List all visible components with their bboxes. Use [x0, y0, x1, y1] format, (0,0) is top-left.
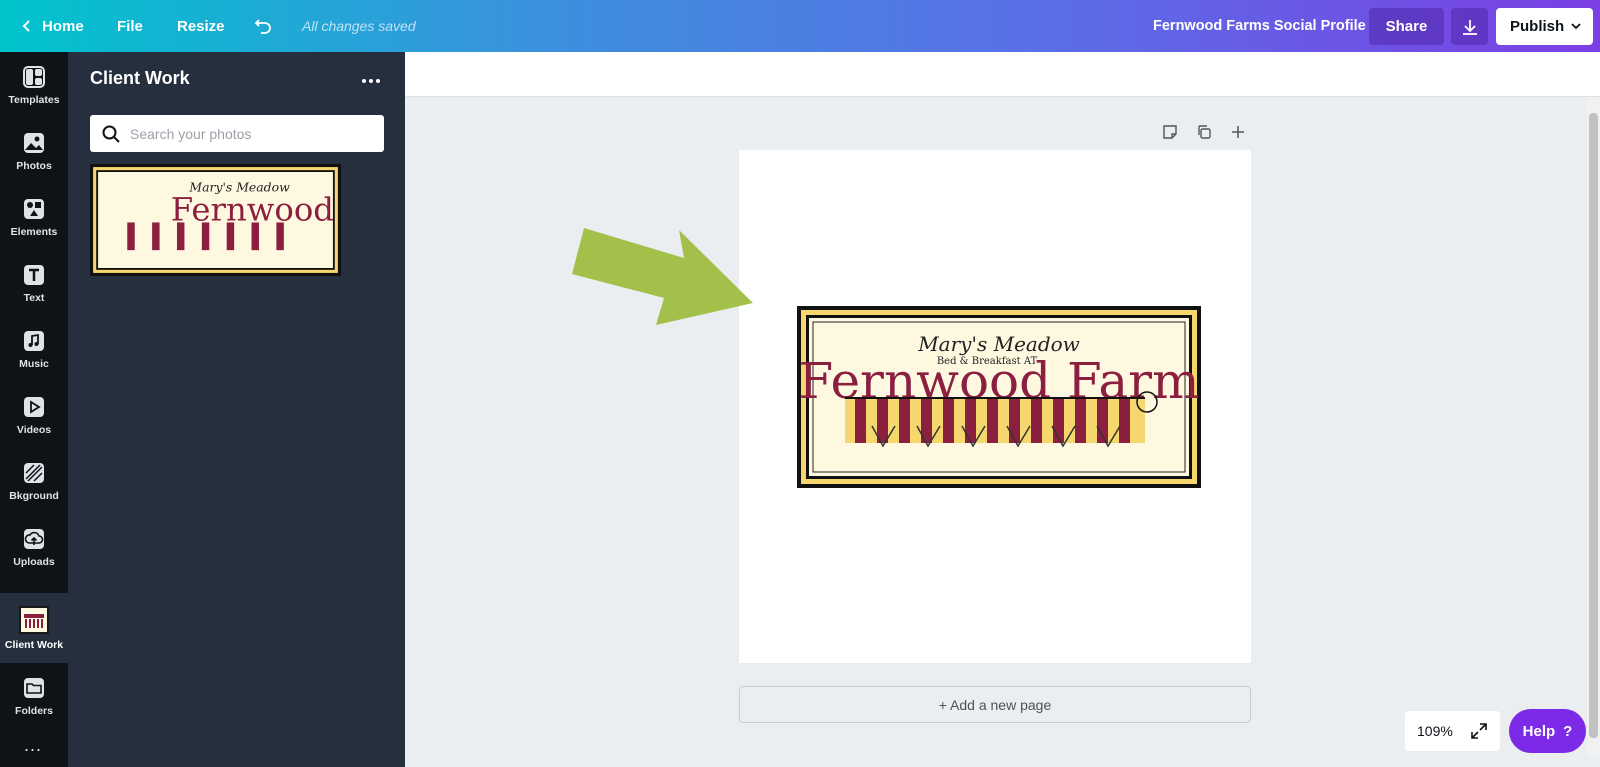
- file-menu[interactable]: File: [117, 0, 143, 52]
- rail-label: Bkground: [9, 489, 59, 502]
- resize-button[interactable]: Resize: [177, 0, 225, 52]
- music-icon: [24, 330, 44, 351]
- zoom-level: 109%: [1417, 723, 1453, 739]
- rail-more-button[interactable]: ...: [24, 735, 42, 756]
- rail-item-videos[interactable]: Videos: [0, 382, 68, 448]
- vertical-scrollbar[interactable]: [1587, 97, 1600, 757]
- design-title[interactable]: Fernwood Farms Social Profile: [1153, 0, 1366, 52]
- help-label: Help: [1522, 722, 1556, 740]
- zoom-control[interactable]: 109%: [1405, 711, 1500, 751]
- rail-item-client-work[interactable]: Client Work: [0, 593, 68, 663]
- rail-label: Text: [23, 291, 45, 304]
- add-page-icon-button[interactable]: [1228, 122, 1248, 142]
- rail-label: Music: [19, 357, 49, 370]
- add-page-button[interactable]: + Add a new page: [739, 686, 1251, 723]
- save-status: All changes saved: [302, 18, 416, 34]
- more-horizontal-icon: [362, 79, 380, 83]
- publish-label: Publish: [1510, 18, 1565, 35]
- fernwood-farm-logo[interactable]: Mary's Meadow Bed & Breakfast AT Fernwoo…: [797, 306, 1201, 488]
- publish-button[interactable]: Publish: [1496, 8, 1593, 45]
- rail-label: Templates: [8, 93, 60, 106]
- undo-icon: [254, 19, 271, 34]
- rail-label: Elements: [10, 225, 58, 238]
- plus-icon: [1232, 126, 1244, 138]
- rail-item-folders[interactable]: Folders: [0, 663, 68, 729]
- download-button[interactable]: [1451, 8, 1488, 45]
- search-box: [90, 115, 384, 152]
- rail-item-uploads[interactable]: Uploads: [0, 514, 68, 580]
- home-label: Home: [42, 17, 84, 35]
- top-bar: Home File Resize All changes saved Fernw…: [0, 0, 1600, 52]
- copy-icon: [1198, 125, 1211, 139]
- uploads-icon: [24, 528, 44, 549]
- rail-label: Photos: [16, 159, 52, 172]
- rail-label: Folders: [15, 704, 53, 717]
- toolbar-strip: [405, 52, 1600, 97]
- rail-label: Client Work: [4, 638, 64, 651]
- help-icon: ?: [1563, 722, 1573, 740]
- background-icon: [24, 462, 44, 483]
- rail-item-elements[interactable]: Elements: [0, 184, 68, 250]
- duplicate-page-button[interactable]: [1194, 122, 1214, 142]
- green-arrow-graphic[interactable]: [572, 228, 757, 328]
- search-input[interactable]: [130, 125, 370, 142]
- rail-item-background[interactable]: Bkground: [0, 448, 68, 514]
- chevron-down-icon: [1571, 23, 1581, 30]
- home-button[interactable]: Home: [20, 0, 84, 52]
- text-icon: [24, 264, 44, 285]
- more-options-button[interactable]: [358, 68, 384, 94]
- search-icon: [102, 125, 120, 143]
- templates-icon: [23, 65, 45, 88]
- chevron-left-icon: [22, 20, 30, 32]
- help-button[interactable]: Help ?: [1509, 709, 1586, 753]
- scrollbar-thumb[interactable]: [1589, 113, 1598, 738]
- rail-item-photos[interactable]: Photos: [0, 118, 68, 184]
- file-label: File: [117, 17, 143, 35]
- rail-item-text[interactable]: Text: [0, 250, 68, 316]
- page-tools: [1160, 122, 1248, 142]
- share-button[interactable]: Share: [1369, 8, 1444, 45]
- resize-label: Resize: [177, 17, 225, 35]
- elements-icon: [24, 198, 44, 219]
- rail-item-music[interactable]: Music: [0, 316, 68, 382]
- undo-button[interactable]: [253, 0, 273, 52]
- folders-icon: [24, 677, 44, 698]
- expand-icon[interactable]: [1470, 722, 1488, 740]
- videos-icon: [24, 396, 44, 417]
- client-work-logo-thumbnail[interactable]: Mary's Meadow Fernwood Farm: [90, 164, 341, 276]
- download-icon: [1462, 19, 1477, 35]
- rail-label: Videos: [16, 423, 52, 436]
- photos-icon: [24, 132, 44, 153]
- note-icon: [1163, 125, 1177, 139]
- horizontal-scrollbar[interactable]: [405, 757, 1587, 767]
- client-work-thumbnail: [19, 605, 49, 634]
- rail-item-templates[interactable]: Templates: [0, 52, 68, 118]
- notes-button[interactable]: [1160, 122, 1180, 142]
- side-panel: Client Work Mary's Meadow Fernwood Farm: [68, 52, 405, 767]
- panel-title: Client Work: [90, 68, 190, 88]
- side-rail: Templates Photos Elements Text Music Vid…: [0, 52, 68, 767]
- rail-label: Uploads: [13, 555, 55, 568]
